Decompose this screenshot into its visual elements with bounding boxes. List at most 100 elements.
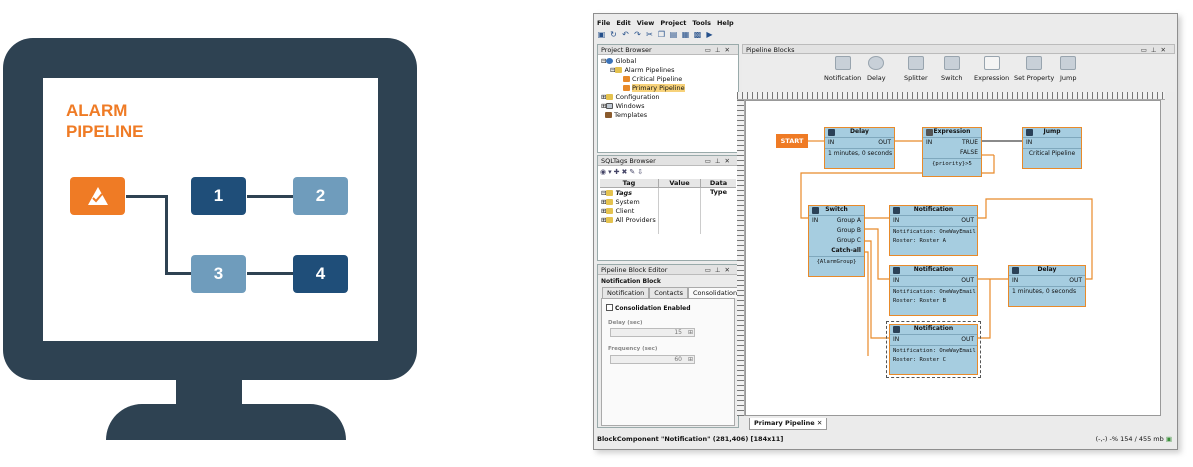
palette-expression[interactable]: Expression	[974, 56, 1009, 83]
panel-controls-icon[interactable]: ▭⊥✕	[705, 265, 734, 275]
menu-help[interactable]: Help	[717, 19, 734, 29]
menu-view[interactable]: View	[637, 19, 655, 29]
launch-icon[interactable]: ▶	[705, 30, 714, 39]
tag-import-icon[interactable]: ⇩	[637, 168, 645, 176]
layout-icon[interactable]: ▦	[681, 30, 690, 39]
port-false[interactable]: FALSE	[960, 148, 978, 158]
tag-table-header: Tag Value Data Type	[600, 179, 736, 196]
expression-block[interactable]: Expression IN TRUE FALSE {priority}>5	[922, 127, 982, 177]
title-line2: PIPELINE	[66, 122, 144, 141]
menu-file[interactable]: File	[597, 19, 610, 29]
tree-item-tags[interactable]: ⊟ Tags	[601, 189, 656, 198]
cut-icon[interactable]: ✂	[645, 30, 654, 39]
delay-block-2[interactable]: Delay IN OUT 1 minutes, 0 seconds	[1008, 265, 1086, 307]
delay-block-1[interactable]: Delay IN OUT 1 minutes, 0 seconds	[824, 127, 895, 169]
column-tag[interactable]: Tag	[600, 179, 658, 187]
refresh-icon[interactable]: ↻	[609, 30, 618, 39]
port-in[interactable]: IN	[812, 216, 818, 226]
port-true[interactable]: TRUE	[962, 138, 978, 148]
close-tab-icon[interactable]: ✕	[817, 419, 822, 427]
menu-edit[interactable]: Edit	[616, 19, 630, 29]
palette-set-property[interactable]: Set Property	[1014, 56, 1054, 83]
connector-line	[247, 195, 293, 198]
port-in[interactable]: IN	[1012, 276, 1018, 286]
zoom-icon[interactable]: (-,-)	[1096, 435, 1108, 443]
port-group-c[interactable]: Group C	[837, 236, 861, 246]
roster-detail: Roster: Roster C	[893, 357, 946, 363]
tree-item-windows[interactable]: ⊞ Windows	[601, 102, 685, 111]
notification-block-b[interactable]: Notification IN OUT Notification: OneWayE…	[889, 265, 978, 316]
pipeline-canvas[interactable]: START Delay IN OUT 1 minutes, 0 seconds E…	[745, 100, 1161, 416]
port-in[interactable]: IN	[1026, 138, 1032, 148]
tree-item-alarm-pipelines[interactable]: ⊟ Alarm Pipelines	[601, 66, 685, 75]
sqltags-browser-panel: SQLTags Browser ▭⊥✕ ◉▾✚✖✎⇩ Tag Value Data…	[597, 155, 739, 261]
tab-contacts[interactable]: Contacts	[649, 287, 688, 298]
copy-icon[interactable]: ❐	[657, 30, 666, 39]
jump-icon	[1060, 56, 1077, 70]
port-catch-all[interactable]: Catch-all	[831, 246, 861, 256]
notification-block-a[interactable]: Notification IN OUT Notification: OneWayE…	[889, 205, 978, 256]
palette-notification[interactable]: Notification	[824, 56, 861, 83]
delay-block-header: Delay	[1009, 266, 1085, 276]
port-out[interactable]: OUT	[961, 216, 974, 226]
notification-block-c[interactable]: Notification IN OUT Notification: OneWayE…	[886, 321, 981, 378]
tree-item-global[interactable]: ⊟ Global	[601, 57, 685, 66]
palette-switch[interactable]: Switch	[941, 56, 963, 83]
port-out[interactable]: OUT	[878, 138, 891, 148]
palette-splitter[interactable]: Splitter	[904, 56, 928, 83]
panel-controls-icon[interactable]: ▭⊥✕	[705, 45, 734, 55]
switch-block[interactable]: Switch IN Group A Group B Group C Catch-a…	[808, 205, 865, 277]
port-in[interactable]: IN	[926, 138, 932, 148]
horizontal-ruler	[737, 92, 1165, 100]
port-in[interactable]: IN	[893, 216, 899, 226]
port-out[interactable]: OUT	[1069, 276, 1082, 286]
pipeline-box-3: 3	[191, 255, 246, 293]
tab-consolidation[interactable]: Consolidation	[687, 287, 743, 298]
palette-delay[interactable]: Delay	[867, 56, 886, 83]
tab-notification[interactable]: Notification	[602, 287, 650, 298]
column-value[interactable]: Value	[658, 179, 700, 187]
consolidation-checkbox[interactable]	[606, 304, 613, 311]
port-group-a[interactable]: Group A	[837, 216, 861, 226]
panel-controls-icon[interactable]: ▭⊥✕	[1141, 45, 1170, 55]
panel-controls-icon[interactable]: ▭⊥✕	[705, 156, 734, 166]
tree-item-primary-pipeline[interactable]: Primary Pipeline	[601, 84, 685, 93]
expression-icon	[926, 129, 933, 136]
delay-field[interactable]: 15 ⊞	[610, 328, 695, 337]
palette-jump[interactable]: Jump	[1060, 56, 1077, 83]
expression-icon	[983, 56, 1000, 70]
port-out[interactable]: OUT	[961, 335, 974, 345]
start-node[interactable]: START	[776, 134, 808, 148]
port-in[interactable]: IN	[893, 335, 899, 345]
paste-icon[interactable]: ▤	[669, 30, 678, 39]
tree-item-client[interactable]: ⊞ Client	[601, 207, 656, 216]
undo-icon[interactable]: ↶	[621, 30, 630, 39]
tree-item-all-providers[interactable]: ⊞ All Providers	[601, 216, 656, 225]
spinner-icon[interactable]: ⊞	[688, 356, 693, 364]
tree-item-templates[interactable]: Templates	[601, 111, 685, 120]
tree-item-critical-pipeline[interactable]: Critical Pipeline	[601, 75, 685, 84]
frequency-field[interactable]: 60 ⊞	[610, 355, 695, 364]
port-group-b[interactable]: Group B	[837, 226, 861, 236]
spinner-icon[interactable]: ⊞	[688, 329, 693, 337]
template-icon	[605, 112, 613, 118]
memory-icon[interactable]: ▣	[1166, 435, 1172, 443]
port-in[interactable]: IN	[828, 138, 834, 148]
jump-block[interactable]: Jump IN Critical Pipeline	[1022, 127, 1082, 169]
tab-primary-pipeline[interactable]: Primary Pipeline ✕	[749, 418, 828, 430]
menu-tools[interactable]: Tools	[692, 19, 711, 29]
redo-icon[interactable]: ↷	[633, 30, 642, 39]
notification-icon	[834, 56, 851, 70]
tag-add-icon[interactable]: ✚	[614, 168, 622, 176]
column-divider	[658, 188, 659, 234]
delay-block-header: Delay	[825, 128, 894, 138]
save-icon[interactable]: ▣	[597, 30, 606, 39]
tag-icon[interactable]: ▩	[693, 30, 702, 39]
menu-project[interactable]: Project	[660, 19, 686, 29]
tree-item-configuration[interactable]: ⊞ Configuration	[601, 93, 685, 102]
tag-search-icon[interactable]: ◉	[600, 168, 608, 176]
port-in[interactable]: IN	[893, 276, 899, 286]
tree-item-system[interactable]: ⊞ System	[601, 198, 656, 207]
column-data-type[interactable]: Data Type	[700, 179, 736, 196]
port-out[interactable]: OUT	[961, 276, 974, 286]
